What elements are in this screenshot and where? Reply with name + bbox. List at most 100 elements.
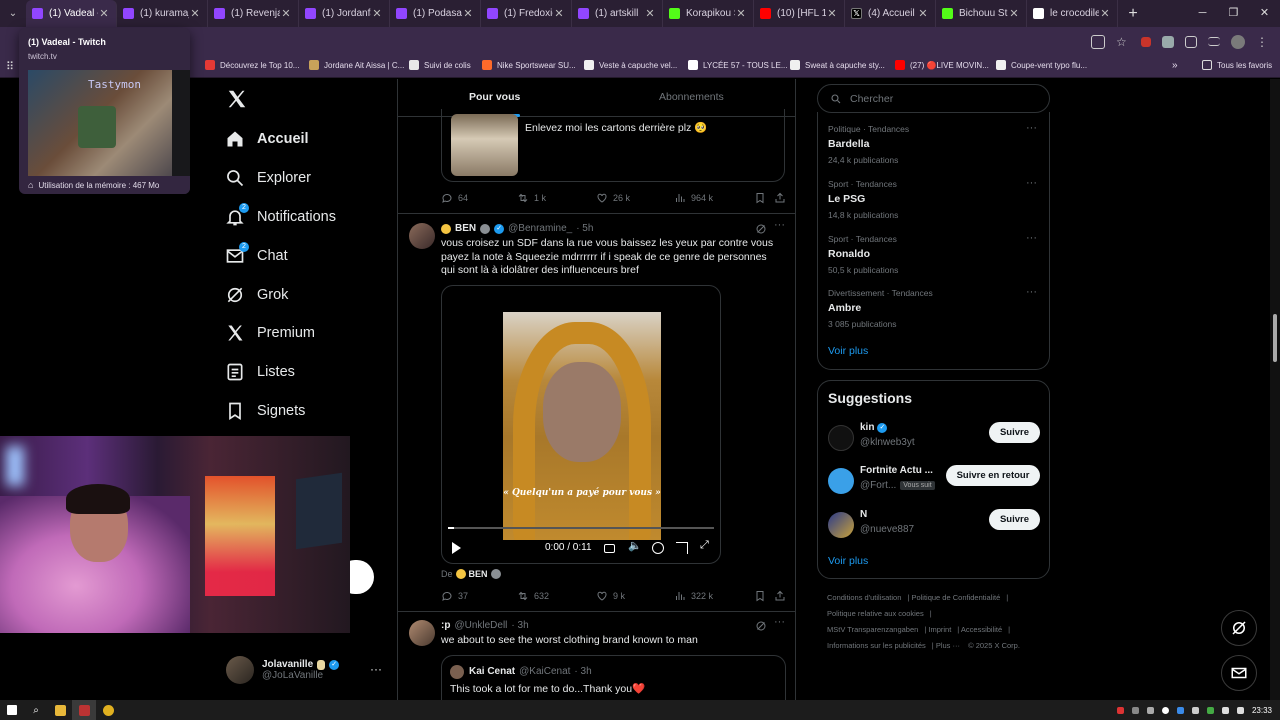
author-handle[interactable]: @Benramine_ — [508, 223, 572, 234]
grok-icon[interactable] — [755, 223, 767, 235]
tray-icon[interactable] — [1116, 706, 1124, 714]
menu-icon[interactable]: ⋮ — [1256, 35, 1270, 49]
trend-item[interactable]: Sport · Tendances Le PSG 14,8 k publicatio… — [828, 179, 898, 220]
post-more-button[interactable]: ··· — [774, 219, 785, 231]
trend-item[interactable]: Divertissement · Tendances Ambre 3 085 pub… — [828, 288, 933, 329]
trend-item[interactable]: Sport · Tendances Ronaldo 50,5 k publicati… — [828, 234, 898, 275]
tray-icon[interactable] — [1191, 706, 1199, 714]
nav-item-signets[interactable]: Signets — [225, 396, 305, 426]
browser-tab[interactable]: Bichouu Stre✕ — [936, 0, 1027, 27]
follow-back-button[interactable]: Suivre en retour — [946, 465, 1040, 486]
extension-icon[interactable] — [1162, 35, 1174, 48]
minimize-button[interactable]: ─ — [1187, 0, 1218, 27]
browser-tab[interactable]: (1) Podasai ✕ — [390, 0, 481, 27]
close-tab-icon[interactable]: ✕ — [280, 7, 292, 20]
suggestion-item[interactable]: N @nueve887 Suivre — [828, 509, 1040, 539]
new-tab-button[interactable]: + — [1118, 5, 1148, 23]
close-tab-icon[interactable]: ✕ — [371, 7, 383, 20]
grok-fab-button[interactable] — [1221, 610, 1257, 646]
bookmark-item[interactable]: Sweat à capuche sty... — [790, 60, 885, 70]
tab-pour-vous[interactable]: Pour vous — [469, 91, 520, 103]
x-logo-icon[interactable] — [226, 88, 248, 110]
reply-button[interactable]: 37 — [441, 590, 468, 602]
close-window-button[interactable]: ✕ — [1249, 0, 1280, 27]
wifi-icon[interactable] — [1221, 706, 1229, 714]
grok-icon[interactable] — [755, 620, 767, 632]
browser-tab[interactable]: (1) Jordanfa ✕ — [299, 0, 390, 27]
nav-item-notifications[interactable]: 2 Notifications — [225, 202, 336, 232]
like-button[interactable]: 9 k — [596, 590, 625, 602]
account-switcher[interactable]: Jolavanille ✓ @JoLaVanille — [226, 656, 340, 684]
from-name[interactable]: BEN — [469, 569, 488, 579]
browser-tab[interactable]: (1) Fredoxie ✕ — [481, 0, 572, 27]
repost-button[interactable]: 1 k — [517, 192, 546, 204]
tab-list-button[interactable]: ⌄ — [0, 0, 26, 27]
close-tab-icon[interactable]: ✕ — [917, 7, 929, 20]
bookmark-item[interactable]: (27) 🔴LIVE MOVIN... — [895, 60, 989, 70]
footer-link[interactable]: Plus ··· — [936, 641, 960, 650]
close-tab-icon[interactable]: ✕ — [462, 7, 474, 20]
bookmark-item[interactable]: Jordane Ait Aissa | C... — [309, 60, 404, 70]
nav-item-grok[interactable]: Grok — [225, 280, 288, 310]
suggestion-item[interactable]: Fortnite Actu ... @Fort... Vous suit Suiv… — [828, 465, 1040, 495]
fullscreen-icon[interactable]: ⤢ — [700, 539, 712, 551]
captions-icon[interactable] — [604, 544, 615, 553]
footer-link[interactable]: Accessibilité — [961, 625, 1002, 634]
play-icon[interactable] — [452, 542, 461, 554]
bookmark-item[interactable]: Suivi de colis — [409, 60, 471, 70]
bookmark-item[interactable]: Coupe-vent typo flu... — [996, 60, 1087, 70]
bookmark-button[interactable] — [754, 192, 766, 204]
nav-item-premium[interactable]: Premium — [225, 318, 315, 348]
clock[interactable]: 23:33 — [1252, 706, 1272, 715]
extension-icon[interactable] — [1141, 36, 1151, 47]
bookmark-button[interactable] — [754, 590, 766, 602]
footer-link[interactable]: Politique de Confidentialité — [911, 593, 1000, 602]
trend-more-button[interactable]: ··· — [1026, 177, 1037, 189]
tray-icon[interactable] — [1161, 706, 1169, 714]
cast-icon[interactable] — [1091, 34, 1105, 49]
nav-item-accueil[interactable]: Accueil — [225, 124, 309, 154]
search-icon[interactable]: ⌕ — [24, 700, 48, 720]
tab-abonnements[interactable]: Abonnements — [659, 91, 724, 103]
suggestion-item[interactable]: kin ✓ @klnweb3yt Suivre — [828, 422, 1040, 452]
scrollbar-thumb[interactable] — [1273, 314, 1277, 362]
author-name[interactable]: :p — [441, 620, 450, 631]
footer-link[interactable]: Politique relative aux cookies — [827, 609, 924, 618]
file-explorer-icon[interactable] — [48, 700, 72, 720]
nav-item-listes[interactable]: Listes — [225, 357, 295, 387]
all-bookmarks-button[interactable]: Tous les favoris — [1202, 60, 1272, 70]
views-button[interactable]: 964 k — [674, 192, 713, 204]
bookmark-item[interactable]: LYCÉE 57 - TOUS LE... — [688, 60, 787, 70]
reading-list-icon[interactable] — [1208, 37, 1220, 46]
quoted-post[interactable]: Enlevez moi les cartons derrière plz 🥺 — [441, 109, 785, 182]
volume-icon[interactable]: 🔈 — [628, 539, 642, 552]
chrome-icon[interactable] — [96, 700, 120, 720]
apps-icon[interactable]: ⠿ — [6, 60, 14, 73]
trend-item[interactable]: Politique · Tendances Bardella 24,4 k publ… — [828, 124, 909, 165]
close-tab-icon[interactable]: ✕ — [644, 7, 656, 20]
browser-tab[interactable]: (1) artskill ✕ — [572, 0, 663, 27]
close-tab-icon[interactable]: ✕ — [98, 7, 110, 20]
footer-link[interactable]: Conditions d'utilisation — [827, 593, 901, 602]
trend-more-button[interactable]: ··· — [1026, 286, 1037, 298]
like-button[interactable]: 26 k — [596, 192, 630, 204]
browser-tab[interactable]: (1) Vadeal - Twitch✕ — [26, 0, 117, 27]
tray-icon[interactable] — [1206, 706, 1214, 714]
browser-tab[interactable]: Korapikou Sh✕ — [663, 0, 754, 27]
follow-button[interactable]: Suivre — [989, 422, 1040, 443]
bookmark-item[interactable]: Veste à capuche vel... — [584, 60, 677, 70]
share-button[interactable] — [774, 192, 786, 204]
post-time[interactable]: · 5h — [576, 223, 593, 234]
video-player[interactable]: « Quelqu'un a payé pour vous » 0:00 / 0:… — [441, 285, 721, 564]
nav-item-explorer[interactable]: Explorer — [225, 163, 311, 193]
pip-icon[interactable] — [676, 542, 688, 554]
browser-tab[interactable]: 𝕏 (4) Accueil / ✕ — [845, 0, 936, 27]
app-icon[interactable] — [72, 700, 96, 720]
trend-more-button[interactable]: ··· — [1026, 122, 1037, 134]
avatar[interactable] — [409, 620, 435, 646]
settings-icon[interactable] — [652, 542, 664, 554]
tray-icon[interactable] — [1146, 706, 1154, 714]
browser-tab[interactable]: (1) kurama_ ✕ — [117, 0, 208, 27]
author-name[interactable]: BEN — [455, 223, 476, 234]
close-tab-icon[interactable]: ✕ — [189, 7, 201, 20]
